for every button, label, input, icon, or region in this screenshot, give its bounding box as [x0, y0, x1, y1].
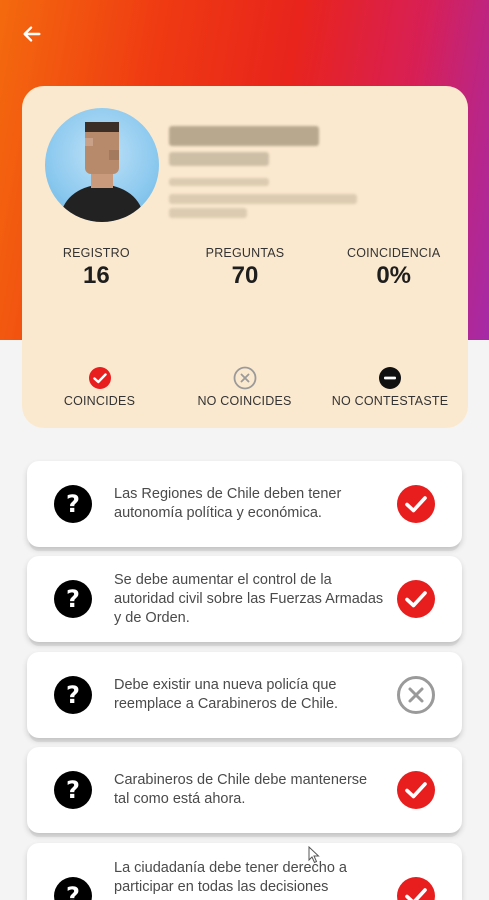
question-icon: ?	[54, 877, 92, 900]
check-circle-icon[interactable]	[396, 579, 436, 619]
question-text: Las Regiones de Chile deben tener autono…	[114, 486, 342, 521]
legend-label: NO COINCIDES	[197, 394, 292, 408]
legend-label: COINCIDES	[63, 394, 136, 408]
check-circle-icon[interactable]	[396, 770, 436, 810]
question-card[interactable]: ? Carabineros de Chile debe mantenerse t…	[27, 747, 462, 833]
stat-label: PREGUNTAS	[205, 246, 285, 260]
check-circle-icon[interactable]	[396, 876, 436, 900]
question-card[interactable]: ? La ciudadanía debe tener derecho a par…	[27, 843, 462, 900]
question-text: Carabineros de Chile debe mantenerse tal…	[114, 772, 368, 807]
stat-label: REGISTRO	[62, 246, 130, 260]
back-button[interactable]	[16, 18, 48, 50]
legend-row: COINCIDES NO COINCIDES NO CONTESTASTE	[22, 366, 468, 408]
question-text: Debe existir una nueva policía que reemp…	[114, 677, 339, 712]
question-icon: ?	[54, 676, 92, 714]
stat-coincidencia: COINCIDENCIA 0%	[319, 246, 468, 290]
legend-no-coincides: NO COINCIDES	[177, 366, 312, 408]
svg-text:?: ?	[66, 585, 80, 613]
legend-coincides: COINCIDES	[22, 366, 177, 408]
question-text: La ciudadanía debe tener derecho a parti…	[114, 860, 347, 895]
x-circle-icon	[233, 366, 256, 390]
legend-label: NO CONTESTASTE	[331, 394, 449, 408]
question-icon: ?	[54, 580, 92, 618]
svg-text:?: ?	[66, 776, 80, 804]
stat-value: 16	[82, 262, 110, 289]
stat-value: 70	[231, 262, 259, 289]
arrow-left-icon	[23, 26, 41, 42]
avatar	[45, 108, 159, 222]
mouse-cursor-icon	[308, 846, 320, 864]
question-icon: ?	[54, 771, 92, 809]
stat-label: COINCIDENCIA	[346, 246, 441, 260]
legend-no-contestaste: NO CONTESTASTE	[312, 366, 468, 408]
profile-card: REGISTRO 16 PREGUNTAS 70 COINCIDENCIA 0%…	[22, 86, 468, 428]
svg-text:?: ?	[66, 681, 80, 709]
svg-text:?: ?	[66, 882, 80, 900]
question-text: Se debe aumentar el control de la autori…	[114, 571, 384, 626]
question-icon: ?	[54, 485, 92, 523]
x-circle-icon[interactable]	[396, 675, 436, 715]
stat-preguntas: PREGUNTAS 70	[171, 246, 320, 290]
question-card[interactable]: ? Se debe aumentar el control de la auto…	[27, 556, 462, 642]
check-circle-icon[interactable]	[396, 484, 436, 524]
svg-text:?: ?	[66, 490, 80, 518]
stats-row: REGISTRO 16 PREGUNTAS 70 COINCIDENCIA 0%	[22, 246, 468, 290]
stat-value: 0%	[376, 262, 412, 289]
minus-circle-icon	[379, 367, 401, 389]
question-card[interactable]: ? Las Regiones de Chile deben tener auto…	[27, 461, 462, 547]
question-card[interactable]: ? Debe existir una nueva policía que ree…	[27, 652, 462, 738]
stat-registro: REGISTRO 16	[22, 246, 171, 290]
check-circle-icon	[88, 367, 111, 389]
